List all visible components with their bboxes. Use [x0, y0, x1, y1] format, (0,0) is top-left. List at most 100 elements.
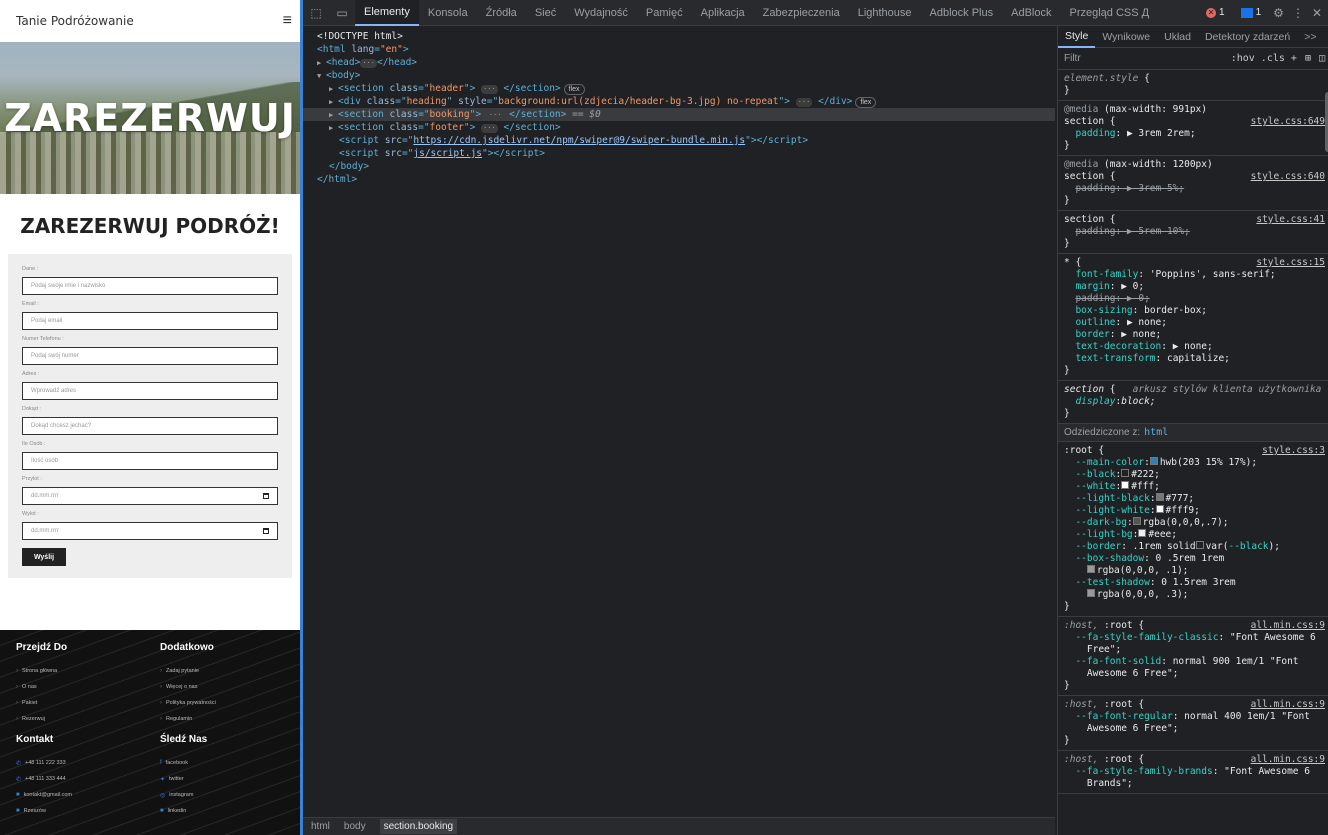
tab-adblock[interactable]: AdBlock — [1002, 0, 1060, 26]
breadcrumb-html[interactable]: html — [311, 821, 330, 832]
footer-link[interactable]: ✆ +48 111 333 444 — [16, 771, 146, 787]
filter-input[interactable]: Filtr — [1064, 53, 1231, 64]
hero-banner: ZAREZERWUJ — [0, 42, 300, 194]
tab-styles[interactable]: Style — [1058, 26, 1096, 48]
email-input[interactable]: Podaj email — [22, 312, 278, 330]
device-toolbar-icon[interactable]: ▭ — [329, 6, 355, 20]
tab-css-overview[interactable]: Przegląd CSS Д — [1060, 0, 1158, 26]
dom-body[interactable]: ▼ <body> — [303, 69, 1055, 82]
footer-link[interactable]: › Pakiet — [16, 695, 146, 711]
footer-link[interactable]: ■ kontakt@gmail.com — [16, 787, 146, 803]
twitter-icon: ✦ — [160, 776, 166, 783]
footer-link[interactable]: ■ linkedin — [160, 803, 290, 819]
departure-date-input[interactable]: dd.mm.rrrr — [22, 522, 278, 540]
site-logo[interactable]: Tanie Podróżowanie — [16, 14, 134, 28]
inherited-from-html[interactable]: html — [1144, 427, 1168, 438]
style-rule-user-agent[interactable]: section { arkusz stylów klienta użytkown… — [1058, 381, 1328, 424]
style-rule-section[interactable]: section {style.css:41 padding: ▶ 5rem 10… — [1058, 211, 1328, 254]
tab-sources[interactable]: Źródła — [477, 0, 526, 26]
tab-more[interactable]: >> — [1297, 26, 1323, 48]
chevron-right-icon: › — [160, 716, 162, 722]
error-badge[interactable]: ✕ 1 — [1202, 5, 1229, 21]
footer-link[interactable]: ■ Rzeszów — [16, 803, 146, 819]
footer-col-navigation: Przejdź Do › Strona główna › O nas › Pakiet… — [16, 642, 146, 727]
footer-link[interactable]: ◎ instagram — [160, 787, 290, 803]
tab-console[interactable]: Konsola — [419, 0, 477, 26]
issues-badge[interactable]: 1 — [1237, 5, 1266, 21]
footer-link[interactable]: › Regulamin — [160, 711, 290, 727]
dom-section-header[interactable]: ▶ <section class="header"> ··· </section>… — [303, 82, 1055, 95]
style-rule-element[interactable]: element.style { } — [1058, 70, 1328, 101]
menu-icon[interactable]: ≡ — [283, 12, 292, 30]
dom-html-close[interactable]: </html> — [303, 173, 1055, 186]
dom-html[interactable]: <html lang="en"> — [303, 43, 1055, 56]
expand-triangle-icon[interactable]: ▶ — [329, 122, 338, 135]
tab-elements[interactable]: Elementy — [355, 0, 419, 26]
style-rule-fa-regular[interactable]: :host, :root {all.min.css:9 --fa-font-re… — [1058, 696, 1328, 751]
tab-application[interactable]: Aplikacja — [692, 0, 754, 26]
dom-div-heading[interactable]: ▶ <div class="heading" style="background:… — [303, 95, 1055, 108]
tab-layout[interactable]: Układ — [1157, 26, 1198, 48]
phone-input[interactable]: Podaj swój numer — [22, 347, 278, 365]
breadcrumb-body[interactable]: body — [344, 821, 366, 832]
filter-tools[interactable]: :hov .cls + ⊞ ◫ — [1231, 53, 1325, 64]
footer-link[interactable]: › O nas — [16, 679, 146, 695]
style-rule-root[interactable]: :root {style.css:3 --main-color: hwb(203… — [1058, 442, 1328, 617]
collapse-triangle-icon[interactable]: ▼ — [317, 70, 326, 83]
dom-body-close[interactable]: </body> — [303, 160, 1055, 173]
calendar-icon[interactable] — [263, 493, 269, 499]
styles-pane: Style Wynikowe Układ Detektory zdarzeń >… — [1057, 26, 1328, 835]
dom-section-footer[interactable]: ▶ <section class="footer"> ··· </section> — [303, 121, 1055, 134]
style-rule-fa-brands[interactable]: :host, :root {all.min.css:9 --fa-style-f… — [1058, 751, 1328, 794]
selected-node-marker: == $0 — [572, 109, 601, 120]
submit-button[interactable]: Wyślij — [22, 548, 66, 566]
footer-link[interactable]: ✦ twitter — [160, 771, 290, 787]
tab-security[interactable]: Zabezpieczenia — [754, 0, 849, 26]
more-options-icon[interactable]: ⋮ — [1292, 6, 1304, 20]
footer-link[interactable]: › Rezerwuj — [16, 711, 146, 727]
style-rule-media-1200[interactable]: @media (max-width: 1200px) section {styl… — [1058, 156, 1328, 211]
footer-link[interactable]: ✆ +48 111 222 333 — [16, 755, 146, 771]
style-rule-universal[interactable]: * {style.css:15 font-family: 'Poppins', … — [1058, 254, 1328, 381]
style-rule-media-991[interactable]: @media (max-width: 991px) section {style… — [1058, 101, 1328, 156]
footer-link[interactable]: f facebook — [160, 755, 290, 771]
arrival-date-input[interactable]: dd.mm.rrrr — [22, 487, 278, 505]
tab-performance[interactable]: Wydajność — [565, 0, 637, 26]
destination-input[interactable]: Dokąd chcesz jechać? — [22, 417, 278, 435]
dom-script-main[interactable]: <script src="js/script.js"></script> — [303, 147, 1055, 160]
paint-icon[interactable]: ⊞ — [1305, 53, 1311, 64]
tab-memory[interactable]: Pamięć — [637, 0, 692, 26]
calendar-icon[interactable] — [263, 528, 269, 534]
sidebar-toggle-icon[interactable]: ◫ — [1319, 53, 1325, 64]
style-rule-fa-classic[interactable]: :host, :root {all.min.css:9 --fa-style-f… — [1058, 617, 1328, 696]
footer-link[interactable]: › Polityka prywatności — [160, 695, 290, 711]
booking-form: Dane : Podaj swoje imie i nazwisko Email… — [8, 254, 292, 578]
tab-adblock-plus[interactable]: Adblock Plus — [921, 0, 1003, 26]
flex-badge[interactable]: flex — [855, 97, 877, 108]
ellipsis-icon[interactable]: ··· — [360, 59, 377, 68]
dom-head[interactable]: ▶ <head> ··· </head> — [303, 56, 1055, 69]
ellipsis-icon[interactable]: ··· — [481, 124, 498, 133]
ellipsis-icon[interactable]: ··· — [795, 98, 813, 107]
tab-lighthouse[interactable]: Lighthouse — [849, 0, 921, 26]
people-input[interactable]: Ilość osób — [22, 452, 278, 470]
dom-section-booking[interactable]: ▶ <section class="booking"> ··· </section… — [303, 108, 1055, 121]
settings-gear-icon[interactable]: ⚙ — [1273, 6, 1284, 20]
tab-computed[interactable]: Wynikowe — [1095, 26, 1157, 48]
ellipsis-icon[interactable]: ··· — [481, 85, 498, 94]
footer-link[interactable]: › Strona główna — [16, 663, 146, 679]
address-input[interactable]: Wprowadź adres — [22, 382, 278, 400]
ellipsis-icon[interactable]: ··· — [486, 111, 504, 120]
dom-doctype[interactable]: <!DOCTYPE html> — [303, 30, 1055, 43]
footer-link[interactable]: › Zadaj pytanie — [160, 663, 290, 679]
tab-network[interactable]: Sieć — [526, 0, 565, 26]
inspect-element-icon[interactable]: ⬚ — [303, 6, 329, 20]
close-icon[interactable]: ✕ — [1312, 6, 1322, 20]
tab-event-listeners[interactable]: Detektory zdarzeń — [1198, 26, 1297, 48]
name-input[interactable]: Podaj swoje imie i nazwisko — [22, 277, 278, 295]
breadcrumb-section-booking[interactable]: section.booking — [379, 819, 458, 834]
flex-badge[interactable]: flex — [563, 84, 585, 95]
footer-link[interactable]: › Więcej o nas — [160, 679, 290, 695]
footer-heading: Śledź Nas — [160, 734, 208, 745]
dom-script-swiper[interactable]: <script src="https://cdn.jsdelivr.net/np… — [303, 134, 1055, 147]
